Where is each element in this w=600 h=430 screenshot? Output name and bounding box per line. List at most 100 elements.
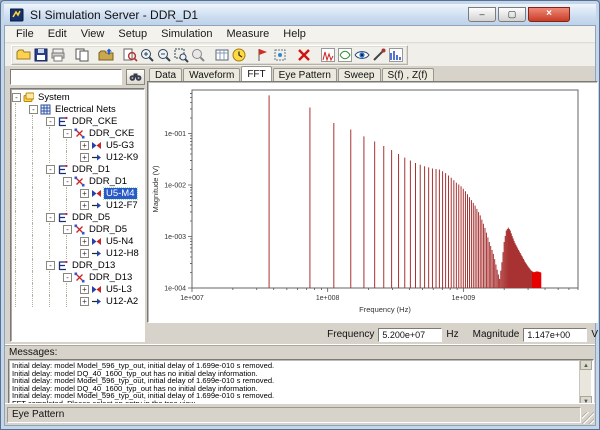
tree-item-label[interactable]: U12-K9 — [104, 152, 140, 163]
tree-item-label[interactable]: Electrical Nets — [53, 104, 118, 115]
tree-expander[interactable]: - — [46, 213, 55, 222]
fft-chart-panel[interactable]: 1e-0011e-0021e-0031e-0041e+0071e+0081e+0… — [147, 81, 598, 323]
toolbar-print-button[interactable] — [49, 47, 66, 64]
magnitude-field[interactable]: 1.147e+00 — [523, 328, 587, 342]
tree-find-input[interactable] — [10, 69, 122, 85]
tree-expander[interactable]: - — [46, 261, 55, 270]
toolbar-abort-button[interactable] — [295, 47, 312, 64]
tree-expander[interactable]: + — [80, 297, 89, 306]
tree-item-u12-f7[interactable]: + U12-F7 — [11, 199, 144, 211]
toolbar-waveform-plot-button[interactable] — [319, 47, 336, 64]
resize-grip[interactable] — [582, 412, 594, 424]
title-bar[interactable]: SI Simulation Server - DDR_D1 – ▢ × — [4, 4, 596, 25]
tree-expander[interactable]: + — [80, 189, 89, 198]
tree-item-label[interactable]: DDR_D5 — [70, 212, 112, 223]
toolbar-zoom-area-button[interactable] — [172, 47, 189, 64]
tree-item-label[interactable]: U12-F7 — [104, 200, 140, 211]
toolbar-run-button[interactable] — [254, 47, 271, 64]
tree-item-u5-n4[interactable]: + U5-N4 — [11, 235, 144, 247]
toolbar-fft-plot-button[interactable] — [387, 47, 404, 64]
toolbar-zoom-off-button[interactable] — [189, 47, 206, 64]
tree-item-label[interactable]: DDR_CKE — [70, 116, 119, 127]
tree-item-label[interactable]: DDR_D1 — [70, 164, 112, 175]
tree-expander[interactable]: - — [63, 129, 72, 138]
tree-item-system[interactable]: - System — [11, 91, 144, 103]
tree-item-ddr-cke[interactable]: - DDR_CKE — [11, 115, 144, 127]
tree-item-u12-k9[interactable]: + U12-K9 — [11, 151, 144, 163]
toolbar-open-button[interactable] — [15, 47, 32, 64]
tree-item-label[interactable]: DDR_D1 — [87, 176, 129, 187]
tree-item-label[interactable]: DDR_CKE — [87, 128, 136, 139]
tree-item-label[interactable]: DDR_D13 — [70, 260, 117, 271]
maximize-button[interactable]: ▢ — [498, 7, 526, 22]
tree-item-ddr-cke[interactable]: - DDR_CKE — [11, 127, 144, 139]
tree-item-u5-m4[interactable]: + U5-M4 — [11, 187, 144, 199]
menu-measure[interactable]: Measure — [219, 27, 276, 41]
scroll-up-icon[interactable]: ▲ — [580, 360, 592, 370]
tree-expander[interactable]: + — [80, 249, 89, 258]
tree-item-label[interactable]: U5-G3 — [104, 140, 136, 151]
toolbar-zoom-out-button[interactable] — [155, 47, 172, 64]
minimize-button[interactable]: – — [468, 7, 496, 22]
tree-item-ddr-d5[interactable]: - DDR_D5 — [11, 223, 144, 235]
menu-help[interactable]: Help — [276, 27, 313, 41]
menu-view[interactable]: View — [74, 27, 112, 41]
tree-expander[interactable]: - — [29, 105, 38, 114]
messages-box[interactable]: Initial delay: model Model_596_typ_out, … — [8, 359, 594, 407]
menu-edit[interactable]: Edit — [41, 27, 74, 41]
find-button[interactable] — [126, 69, 145, 85]
tab-waveform[interactable]: Waveform — [183, 68, 240, 81]
tree-item-label[interactable]: U5-L3 — [104, 284, 134, 295]
tree-expander[interactable]: + — [80, 237, 89, 246]
tree-item-ddr-d5[interactable]: - DDR_D5 — [11, 211, 144, 223]
tree-expander[interactable]: - — [12, 93, 21, 102]
tree-item-ddr-d1[interactable]: - DDR_D1 — [11, 163, 144, 175]
tree-item-label[interactable]: System — [36, 92, 72, 103]
tree-item-label[interactable]: DDR_D13 — [87, 272, 134, 283]
toolbar-eye-plot-button[interactable] — [336, 47, 353, 64]
toolbar-probe-button[interactable] — [370, 47, 387, 64]
toolbar-data-sheet-button[interactable] — [213, 47, 230, 64]
tree-item-u12-h8[interactable]: + U12-H8 — [11, 247, 144, 259]
tree-expander[interactable]: + — [80, 141, 89, 150]
tree-expander[interactable]: + — [80, 285, 89, 294]
tree-item-label[interactable]: U5-N4 — [104, 236, 135, 247]
tab-eye-pattern[interactable]: Eye Pattern — [273, 68, 337, 81]
toolbar-marker-button[interactable] — [271, 47, 288, 64]
tree-item-label[interactable]: U12-A2 — [104, 296, 140, 307]
toolbar-zoom-in-button[interactable] — [138, 47, 155, 64]
toolbar-save-button[interactable] — [32, 47, 49, 64]
menu-simulation[interactable]: Simulation — [154, 27, 219, 41]
toolbar-export-button[interactable] — [97, 47, 114, 64]
tree-expander[interactable]: - — [63, 225, 72, 234]
tree-expander[interactable]: + — [80, 201, 89, 210]
tree-item-label[interactable]: U5-M4 — [104, 188, 137, 199]
tree-item-ddr-d13[interactable]: - DDR_D13 — [11, 259, 144, 271]
toolbar-copy-button[interactable] — [73, 47, 90, 64]
tree-item-ddr-d13[interactable]: - DDR_D13 — [11, 271, 144, 283]
horizontal-splitter[interactable] — [5, 344, 595, 346]
tree-item-electrical-nets[interactable]: - Electrical Nets — [11, 103, 144, 115]
messages-scrollbar[interactable]: ▲ ▼ — [579, 360, 591, 406]
tree-item-label[interactable]: U12-H8 — [104, 248, 141, 259]
tree-expander[interactable]: - — [63, 177, 72, 186]
tree-item-ddr-d1[interactable]: - DDR_D1 — [11, 175, 144, 187]
tab-s-f-z-f[interactable]: S(f) , Z(f) — [382, 68, 434, 81]
menu-file[interactable]: File — [9, 27, 41, 41]
tree-item-label[interactable]: DDR_D5 — [87, 224, 129, 235]
tab-sweep[interactable]: Sweep — [338, 68, 381, 81]
tree-item-u5-l3[interactable]: + U5-L3 — [11, 283, 144, 295]
toolbar-zoom-select-button[interactable] — [121, 47, 138, 64]
menu-setup[interactable]: Setup — [111, 27, 154, 41]
tree-expander[interactable]: + — [80, 153, 89, 162]
tab-data[interactable]: Data — [149, 68, 182, 81]
toolbar-view-button[interactable] — [353, 47, 370, 64]
tree-item-u5-g3[interactable]: + U5-G3 — [11, 139, 144, 151]
tab-fft[interactable]: FFT — [241, 66, 271, 81]
toolbar-clock-button[interactable] — [230, 47, 247, 64]
tree-expander[interactable]: - — [46, 117, 55, 126]
tree-expander[interactable]: - — [46, 165, 55, 174]
close-button[interactable]: × — [528, 7, 570, 22]
tree-expander[interactable]: - — [63, 273, 72, 282]
frequency-field[interactable]: 5.200e+07 — [378, 328, 442, 342]
